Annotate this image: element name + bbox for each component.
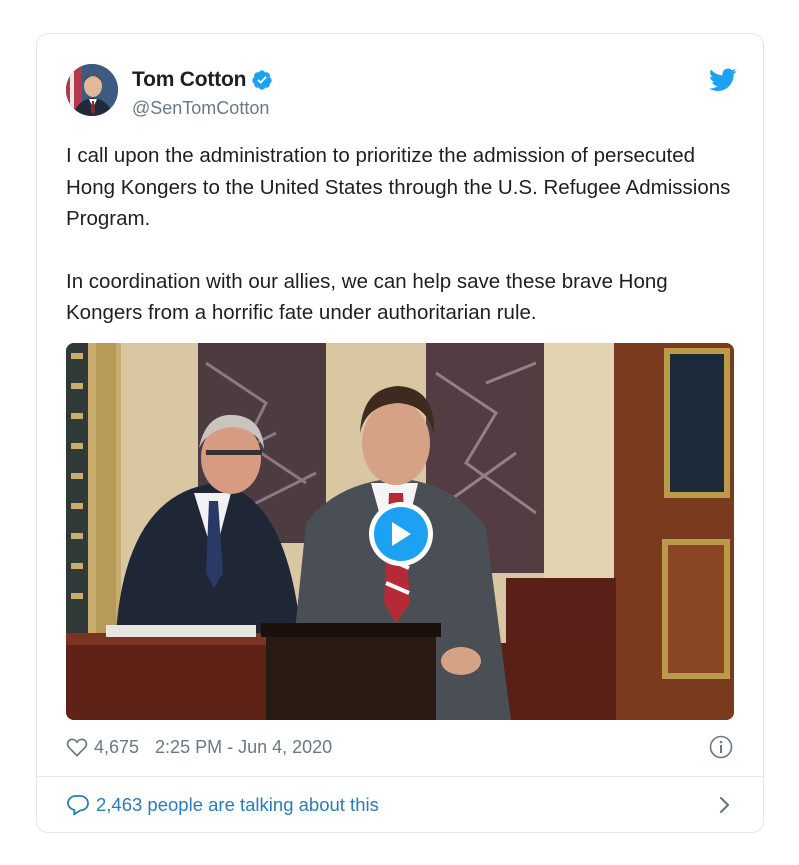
play-icon [392, 522, 411, 546]
talking-count-text[interactable]: 2,463 people are talking about this [96, 794, 379, 816]
info-icon[interactable] [709, 735, 733, 759]
tweet-header: Tom Cotton @SenTomCotton [66, 64, 737, 120]
tweet-paragraph: I call upon the administration to priori… [66, 144, 731, 230]
play-button[interactable] [369, 502, 433, 566]
tweet-text: I call upon the administration to priori… [66, 140, 736, 329]
timestamp[interactable]: 2:25 PM - Jun 4, 2020 [155, 737, 332, 758]
conversation-link[interactable]: 2,463 people are talking about this [66, 792, 733, 818]
user-handle[interactable]: @SenTomCotton [132, 98, 269, 119]
avatar[interactable] [66, 64, 118, 116]
heart-icon[interactable] [66, 737, 88, 757]
twitter-bird-icon[interactable] [709, 68, 737, 92]
display-name[interactable]: Tom Cotton [132, 68, 246, 92]
tweet-card[interactable]: Tom Cotton @SenTomCotton I call upon the… [36, 33, 764, 833]
speech-bubble-icon [67, 795, 89, 816]
video-player[interactable] [66, 343, 734, 720]
tweet-meta: 4,675 2:25 PM - Jun 4, 2020 [66, 734, 733, 760]
chevron-right-icon[interactable] [717, 794, 733, 816]
tweet-paragraph: In coordination with our allies, we can … [66, 269, 668, 325]
like-count[interactable]: 4,675 [94, 737, 139, 758]
verified-badge-icon [252, 70, 272, 90]
divider [37, 776, 763, 777]
